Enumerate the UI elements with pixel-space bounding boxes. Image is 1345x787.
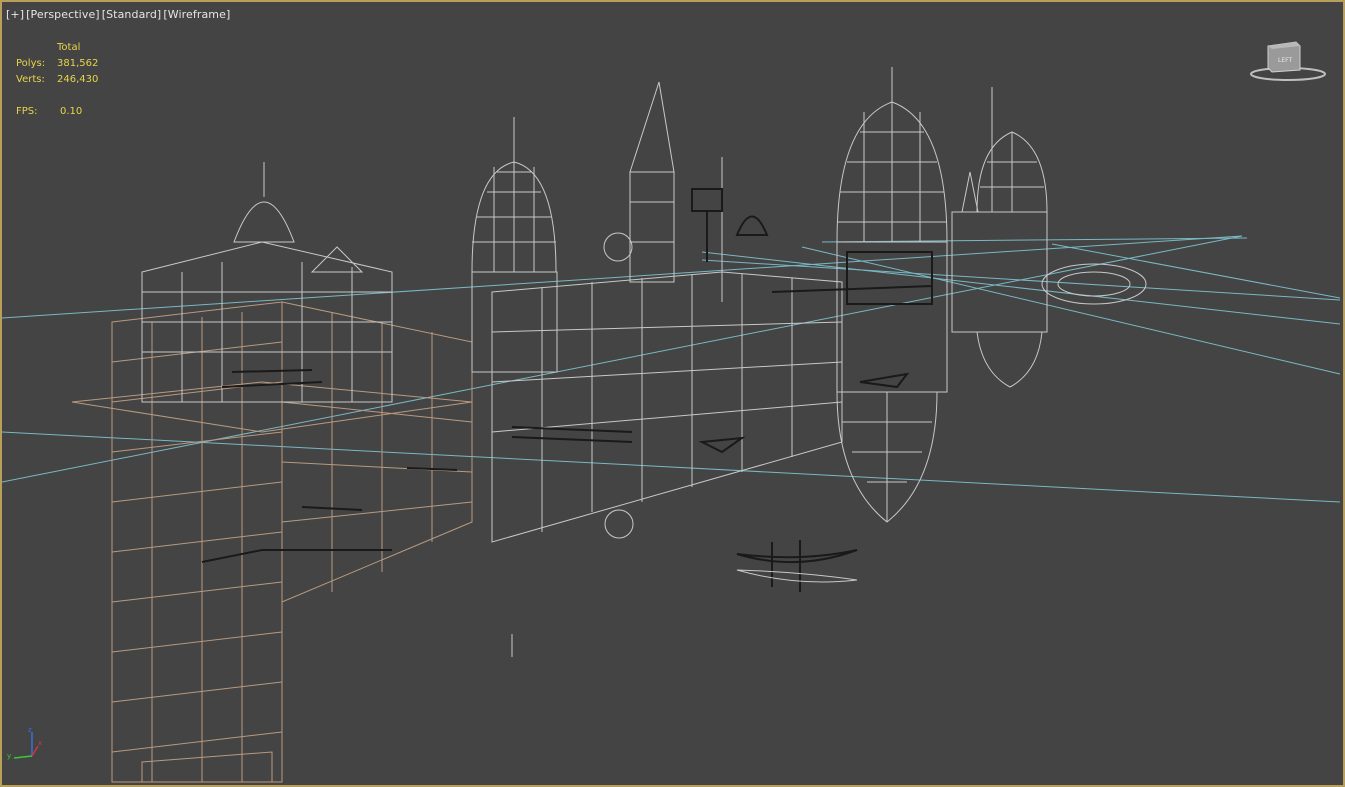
scene-statistics: Total Polys: 381,562 Verts: 246,430 FPS:…: [16, 40, 98, 120]
viewport-view-menu[interactable]: [Perspective]: [26, 8, 100, 21]
middle-buildings: [491, 232, 843, 543]
viewcube-face-label[interactable]: LEFT: [1278, 57, 1292, 64]
axis-tripod: z x y: [7, 726, 42, 760]
bell-tower: [629, 81, 723, 302]
stats-header: Total: [57, 42, 81, 53]
y-axis-label: y: [7, 752, 11, 760]
fps-row: FPS: 0.10: [16, 104, 98, 120]
gondola: [736, 540, 858, 592]
viewport-shading-menu[interactable]: [Standard]: [102, 8, 162, 21]
gondola-reflection: [736, 569, 858, 583]
x-axis-line: [31, 745, 39, 757]
z-axis-label: z: [28, 726, 32, 734]
fps-label: FPS:: [16, 106, 38, 117]
perspective-viewport[interactable]: [+] [Perspective] [Standard] [Wireframe]…: [0, 0, 1345, 787]
wireframe-scene[interactable]: [2, 2, 1343, 785]
viewcube[interactable]: LEFT: [1248, 38, 1330, 86]
viewport-display-menu[interactable]: [Wireframe]: [163, 8, 230, 21]
verts-label: Verts:: [16, 74, 45, 85]
far-right-dome: [951, 87, 1147, 388]
stats-header-row: Total: [16, 40, 98, 56]
polys-row: Polys: 381,562: [16, 56, 98, 72]
x-axis-label: x: [38, 739, 42, 747]
y-axis-line: [13, 755, 33, 759]
viewport-plus-menu[interactable]: [+]: [6, 8, 24, 21]
viewport-label-menu[interactable]: [+] [Perspective] [Standard] [Wireframe]: [6, 8, 230, 21]
ground-grid: [2, 235, 1341, 503]
verts-row: Verts: 246,430: [16, 72, 98, 88]
dark-detail-props: [201, 188, 933, 563]
left-palazzo-wireframe: [71, 301, 473, 783]
left-domed-building: [141, 162, 393, 403]
fps-value: 0.10: [60, 106, 83, 117]
polys-label: Polys:: [16, 58, 46, 69]
polys-value: 381,562: [57, 58, 99, 69]
basilica-dome: [836, 67, 948, 523]
verts-value: 246,430: [57, 74, 99, 85]
central-dome: [471, 117, 558, 373]
